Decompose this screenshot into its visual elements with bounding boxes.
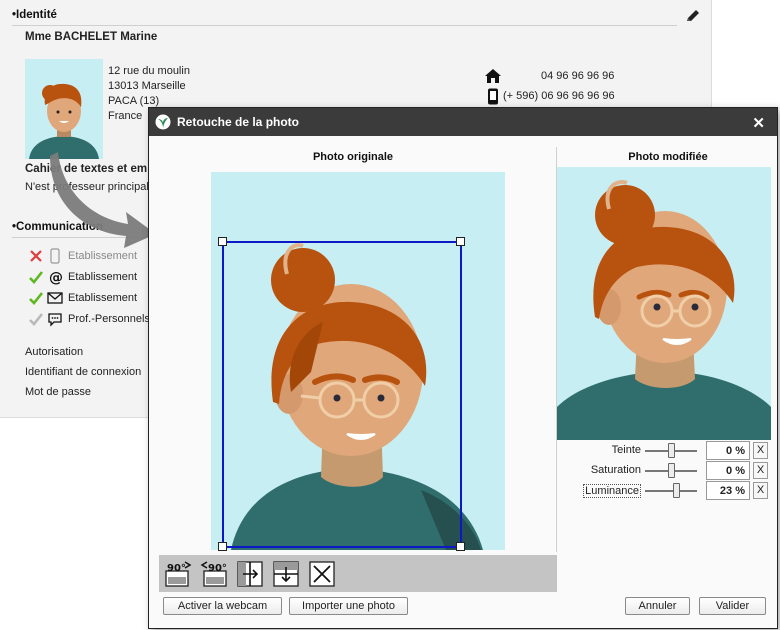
comm-row-mail[interactable]: Etablissement xyxy=(28,289,137,307)
luminance-slider[interactable] xyxy=(645,483,697,498)
adjust-luminance-row: Luminance 23 % X xyxy=(557,481,771,501)
photo-toolbar: 90° 90° xyxy=(159,555,557,592)
cross-icon xyxy=(30,250,42,262)
login-id-link[interactable]: Identifiant de connexion xyxy=(25,366,141,378)
hue-reset-button[interactable]: X xyxy=(753,442,768,459)
hue-slider[interactable] xyxy=(645,443,697,458)
modified-photo-title: Photo modifiée xyxy=(628,151,708,163)
address-line: 12 rue du moulin xyxy=(108,65,190,77)
home-phone-number: 04 96 96 96 96 xyxy=(541,70,615,82)
close-icon[interactable]: ✕ xyxy=(752,114,765,132)
modified-photo xyxy=(557,167,771,440)
envelope-icon xyxy=(47,292,63,304)
original-photo-title: Photo originale xyxy=(312,151,394,163)
flip-horizontal-icon xyxy=(237,560,263,587)
luminance-value-field[interactable]: 23 % xyxy=(706,481,750,500)
at-sign-icon: @ xyxy=(49,270,63,285)
home-icon xyxy=(485,69,501,83)
crop-handle-bottom-left[interactable] xyxy=(218,542,227,551)
check-icon xyxy=(29,313,44,326)
comm-label: Etablissement xyxy=(68,271,138,283)
rotate-right-90-button[interactable]: 90° xyxy=(199,559,229,589)
dialog-title: Retouche de la photo xyxy=(177,115,300,129)
check-icon xyxy=(29,292,44,305)
adjust-hue-row: Teinte 0 % X xyxy=(557,441,771,461)
saturation-reset-button[interactable]: X xyxy=(753,462,768,479)
delete-x-icon xyxy=(309,560,335,587)
flip-horizontal-button[interactable] xyxy=(235,559,265,589)
comm-label: Etablissement xyxy=(68,250,138,262)
flip-vertical-icon xyxy=(273,560,299,587)
password-link[interactable]: Mot de passe xyxy=(25,386,91,398)
mobile-phone-number: (+ 596) 06 96 96 96 96 xyxy=(503,90,615,102)
crop-handle-bottom-right[interactable] xyxy=(456,542,465,551)
identity-section-title: •Identité xyxy=(12,9,57,21)
crop-handle-top-right[interactable] xyxy=(456,237,465,246)
activate-webcam-button[interactable]: Activer la webcam xyxy=(163,597,282,615)
photo-retouch-dialog: Retouche de la photo ✕ Photo originale P… xyxy=(148,107,778,629)
luminance-reset-button[interactable]: X xyxy=(753,482,768,499)
luminance-label: Luminance xyxy=(583,484,641,498)
mobile-phone-icon xyxy=(50,248,60,264)
saturation-slider-thumb[interactable] xyxy=(667,463,675,478)
svg-text:90°: 90° xyxy=(167,563,186,574)
dialog-titlebar[interactable]: Retouche de la photo ✕ xyxy=(149,108,777,136)
flip-vertical-button[interactable] xyxy=(271,559,301,589)
chat-bubble-icon xyxy=(48,313,62,327)
cancel-button[interactable]: Annuler xyxy=(625,597,690,615)
saturation-label: Saturation xyxy=(590,464,641,476)
address-line: France xyxy=(108,110,143,122)
comm-row-discussion[interactable]: Prof.-Personnels xyxy=(28,310,150,328)
saturation-value-field[interactable]: 0 % xyxy=(706,461,750,480)
adjust-saturation-row: Saturation 0 % X xyxy=(557,461,771,481)
crop-frame[interactable] xyxy=(222,241,462,548)
svg-text:@: @ xyxy=(49,270,63,285)
app-logo-icon xyxy=(155,114,171,130)
svg-text:90°: 90° xyxy=(208,563,227,574)
rotate-left-icon: 90° xyxy=(165,560,192,587)
address-line: PACA (13) xyxy=(108,95,160,107)
hue-value-field[interactable]: 0 % xyxy=(706,441,750,460)
import-photo-button[interactable]: Importer une photo xyxy=(289,597,408,615)
crop-handle-top-left[interactable] xyxy=(218,237,227,246)
rotate-right-icon: 90° xyxy=(200,560,227,587)
validate-button[interactable]: Valider xyxy=(699,597,766,615)
edit-pencil-icon[interactable] xyxy=(684,8,702,24)
comm-label: Prof.-Personnels xyxy=(68,313,150,325)
mobile-phone-icon xyxy=(488,88,498,105)
authorization-link[interactable]: Autorisation xyxy=(25,346,83,358)
saturation-slider[interactable] xyxy=(645,463,697,478)
hue-slider-thumb[interactable] xyxy=(667,443,675,458)
rotate-left-90-button[interactable]: 90° xyxy=(163,559,193,589)
comm-row-email[interactable]: @ Etablissement xyxy=(28,268,137,286)
profile-avatar xyxy=(25,59,103,159)
check-icon xyxy=(29,271,44,284)
pointer-arrow-icon xyxy=(50,152,156,248)
luminance-slider-thumb[interactable] xyxy=(672,483,680,498)
section-divider xyxy=(12,25,677,26)
delete-photo-button[interactable] xyxy=(307,559,337,589)
address-line: 13013 Marseille xyxy=(108,80,186,92)
comm-label: Etablissement xyxy=(68,292,138,304)
hue-label: Teinte xyxy=(611,444,641,456)
person-name: Mme BACHELET Marine xyxy=(25,31,158,43)
